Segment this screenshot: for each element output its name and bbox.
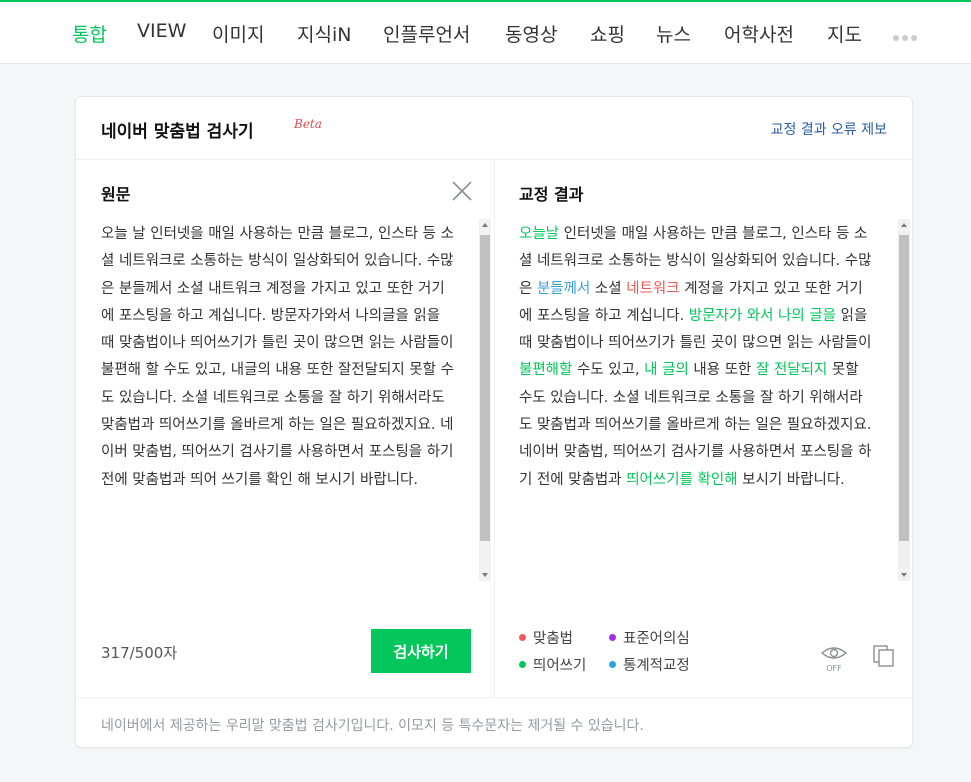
original-text-area[interactable]: 오늘 날 인터넷을 매일 사용하는 만큼 블로그, 인스타 등 소셜 네트워크로…: [101, 221, 457, 577]
original-title: 원문: [101, 185, 131, 204]
card-header: 네이버 맞춤법 검사기 Beta 교정 결과 오류 제보: [76, 97, 912, 160]
scroll-thumb[interactable]: [480, 235, 490, 541]
correction-highlight[interactable]: 내 글의: [644, 362, 689, 378]
correction-highlight[interactable]: 방문자가 와서 나의 글을: [689, 308, 836, 324]
legend-dot: [519, 660, 526, 668]
tab-integrated[interactable]: 통합: [72, 20, 107, 47]
legend-label: 맞춤법: [533, 631, 574, 647]
more-dots-icon[interactable]: [893, 26, 920, 45]
legend-label: 표준어의심: [623, 631, 690, 647]
copy-icon[interactable]: [872, 644, 896, 668]
result-text-segment: 수도 있고,: [572, 362, 645, 379]
spell-checker-card: 네이버 맞춤법 검사기 Beta 교정 결과 오류 제보 원문 오늘 날 인터넷…: [75, 96, 913, 748]
legend-label: 통계적교정: [623, 658, 690, 674]
footer-notice: 네이버에서 제공하는 우리말 맞춤법 검사기입니다. 이모지 등 특수문자는 제…: [101, 718, 644, 734]
check-button[interactable]: 검사하기: [371, 629, 471, 673]
tab-images[interactable]: 이미지: [212, 20, 264, 47]
correction-highlight[interactable]: 띄어쓰기를 확인해: [626, 472, 737, 488]
tab-shopping[interactable]: 쇼핑: [590, 20, 625, 47]
card-footer: 네이버에서 제공하는 우리말 맞춤법 검사기입니다. 이모지 등 특수문자는 제…: [76, 697, 912, 750]
correction-highlight[interactable]: 분들께서: [537, 281, 590, 297]
search-tab-bar: 통합 VIEW 이미지 지식iN 인플루언서 동영상 쇼핑 뉴스 어학사전 지도: [0, 0, 971, 64]
tab-news[interactable]: 뉴스: [656, 20, 691, 47]
char-count: 317/500자: [101, 644, 178, 662]
tab-influencer[interactable]: 인플루언서: [383, 20, 470, 47]
column-divider: [494, 159, 495, 697]
report-error-link[interactable]: 교정 결과 오류 제보: [771, 119, 887, 139]
correction-highlight[interactable]: 네트워크: [626, 281, 679, 297]
card-title: 네이버 맞춤법 검사기: [101, 122, 254, 142]
tab-knowledge-in[interactable]: 지식iN: [297, 20, 351, 47]
correction-highlight[interactable]: 오늘날: [519, 226, 559, 242]
tab-map[interactable]: 지도: [827, 20, 862, 47]
legend-spelling: 맞춤법: [519, 627, 573, 648]
correction-highlight[interactable]: 불편해할: [519, 362, 572, 378]
legend-dot: [609, 633, 616, 641]
result-text-area: 오늘날 인터넷을 매일 사용하는 만큼 블로그, 인스타 등 소셜 네트워크로 …: [519, 221, 875, 577]
legend-standard-word: 표준어의심: [609, 627, 690, 648]
legend-dot: [609, 660, 616, 668]
eye-toggle-icon[interactable]: OFF: [820, 643, 848, 673]
result-title: 교정 결과: [519, 185, 584, 204]
result-text-segment: 못할 수도 있습니다. 소셜 네트워크로 소통을 잘 하기 위해서라도 맞춤법과…: [519, 362, 872, 488]
scroll-up-icon[interactable]: [482, 223, 488, 227]
result-text-segment: 소셜: [590, 280, 627, 297]
scroll-down-icon[interactable]: [482, 573, 488, 577]
correction-highlight[interactable]: 잘 전달되지: [756, 362, 827, 378]
tab-dictionary[interactable]: 어학사전: [724, 20, 794, 47]
beta-badge: Beta: [294, 117, 322, 131]
legend-spacing: 띄어쓰기: [519, 654, 586, 675]
result-text-segment: 내용 또한: [688, 362, 756, 379]
legend-statistical: 통계적교정: [609, 654, 690, 675]
scroll-thumb[interactable]: [899, 235, 909, 541]
original-scrollbar[interactable]: [479, 219, 491, 581]
result-scrollbar[interactable]: [898, 219, 910, 581]
legend-dot: [519, 633, 526, 641]
scroll-up-icon[interactable]: [901, 223, 907, 227]
scroll-down-icon[interactable]: [901, 573, 907, 577]
result-text-segment: 보시기 바랍니다.: [737, 471, 845, 488]
close-icon[interactable]: [450, 179, 474, 203]
tab-view[interactable]: VIEW: [137, 20, 186, 42]
tab-video[interactable]: 동영상: [505, 20, 557, 47]
legend-label: 띄어쓰기: [533, 658, 587, 674]
eye-toggle-state: OFF: [826, 664, 842, 673]
